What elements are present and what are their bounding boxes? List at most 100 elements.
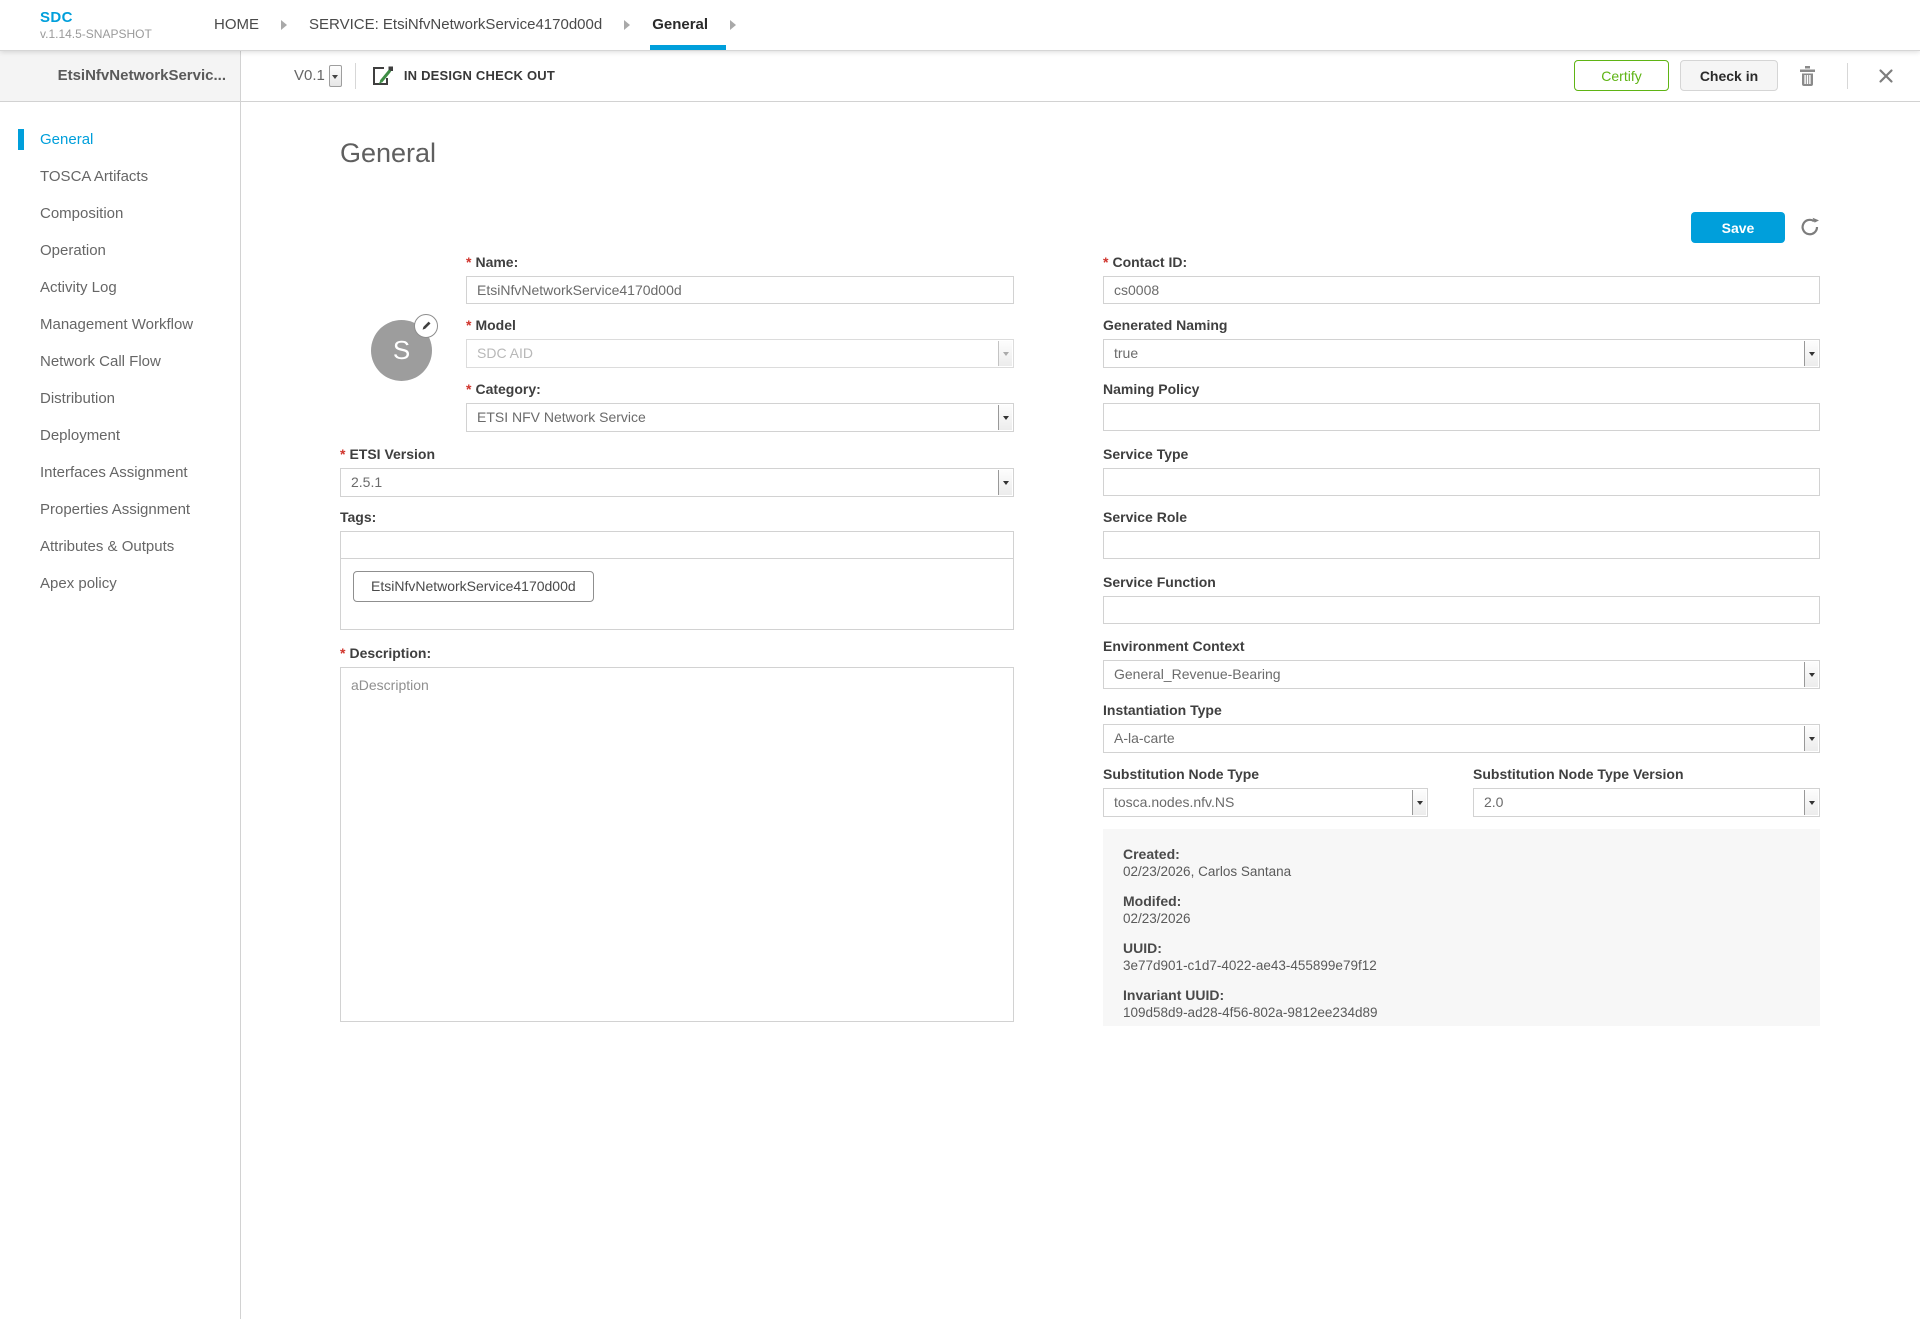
close-icon[interactable] bbox=[1878, 68, 1894, 84]
toolbar-divider bbox=[1847, 63, 1848, 89]
required-marker: * bbox=[340, 645, 345, 661]
model-field-group: *Model SDC AID bbox=[466, 317, 1014, 368]
sidebar-item-management-workflow[interactable]: Management Workflow bbox=[0, 306, 240, 343]
description-field-group: *Description: aDescription bbox=[340, 645, 1014, 1027]
sidebar-item-apex-policy[interactable]: Apex policy bbox=[0, 565, 240, 602]
main-content: General Save S *Name: *Model SDC AID *Ca… bbox=[241, 102, 1920, 1319]
required-marker: * bbox=[466, 317, 471, 333]
version-value: V0.1 bbox=[294, 67, 325, 84]
dropdown-arrow-icon bbox=[998, 405, 1012, 430]
sidebar-item-attributes-outputs[interactable]: Attributes & Outputs bbox=[0, 528, 240, 565]
invariant-uuid-label: Invariant UUID: bbox=[1123, 987, 1800, 1004]
breadcrumb-service[interactable]: SERVICE: EtsiNfvNetworkService4170d00d bbox=[309, 0, 602, 50]
sidebar-item-interfaces-assignment[interactable]: Interfaces Assignment bbox=[0, 454, 240, 491]
created-value: 02/23/2026, Carlos Santana bbox=[1123, 863, 1800, 880]
service-role-label: Service Role bbox=[1103, 509, 1820, 525]
service-function-label: Service Function bbox=[1103, 574, 1820, 590]
generated-naming-field-group: Generated Naming true bbox=[1103, 317, 1820, 368]
dropdown-arrow-icon bbox=[998, 341, 1012, 366]
version-select[interactable]: V0.1 bbox=[294, 65, 342, 87]
entity-toolbar: EtsiNfvNetworkServic... V0.1 IN DESIGN C… bbox=[0, 50, 1920, 102]
breadcrumb-chevron-icon bbox=[624, 20, 630, 30]
etsi-version-label: *ETSI Version bbox=[340, 446, 1014, 462]
sidebar-item-distribution[interactable]: Distribution bbox=[0, 380, 240, 417]
sidebar: General TOSCA Artifacts Composition Oper… bbox=[0, 102, 241, 1319]
avatar-letter: S bbox=[393, 335, 410, 366]
required-marker: * bbox=[1103, 254, 1108, 270]
substitution-node-type-select[interactable]: tosca.nodes.nfv.NS bbox=[1103, 788, 1428, 817]
required-marker: * bbox=[466, 381, 471, 397]
uuid-value: 3e77d901-c1d7-4022-ae43-455899e79f12 bbox=[1123, 957, 1800, 974]
sidebar-item-properties-assignment[interactable]: Properties Assignment bbox=[0, 491, 240, 528]
breadcrumb-general[interactable]: General bbox=[652, 0, 708, 50]
sidebar-item-deployment[interactable]: Deployment bbox=[0, 417, 240, 454]
substitution-node-type-select-value: tosca.nodes.nfv.NS bbox=[1114, 794, 1234, 810]
refresh-icon[interactable] bbox=[1799, 216, 1821, 238]
tags-field-group: Tags: EtsiNfvNetworkService4170d00d bbox=[340, 509, 1014, 630]
tag-chip[interactable]: EtsiNfvNetworkService4170d00d bbox=[353, 571, 594, 602]
name-field-group: *Name: bbox=[466, 254, 1014, 304]
certify-button[interactable]: Certify bbox=[1574, 60, 1669, 91]
etsi-version-select[interactable]: 2.5.1 bbox=[340, 468, 1014, 497]
environment-context-select-value: General_Revenue-Bearing bbox=[1114, 666, 1281, 682]
tags-container: EtsiNfvNetworkService4170d00d bbox=[340, 558, 1014, 630]
generated-naming-label: Generated Naming bbox=[1103, 317, 1820, 333]
service-type-input[interactable] bbox=[1103, 468, 1820, 496]
tags-input[interactable] bbox=[340, 531, 1014, 559]
metadata-info-box: Created: 02/23/2026, Carlos Santana Modi… bbox=[1103, 829, 1820, 1026]
sidebar-item-composition[interactable]: Composition bbox=[0, 195, 240, 232]
uuid-label: UUID: bbox=[1123, 940, 1800, 957]
service-type-label: Service Type bbox=[1103, 446, 1820, 462]
required-marker: * bbox=[466, 254, 471, 270]
service-function-field-group: Service Function bbox=[1103, 574, 1820, 624]
naming-policy-input[interactable] bbox=[1103, 403, 1820, 431]
sdc-logo[interactable]: SDC v.1.14.5-SNAPSHOT bbox=[40, 9, 190, 41]
breadcrumb: HOME SERVICE: EtsiNfvNetworkService4170d… bbox=[214, 0, 758, 50]
tags-label: Tags: bbox=[340, 509, 1014, 525]
service-function-input[interactable] bbox=[1103, 596, 1820, 624]
breadcrumb-chevron-icon bbox=[281, 20, 287, 30]
toolbar-divider bbox=[355, 63, 356, 89]
sidebar-item-activity-log[interactable]: Activity Log bbox=[0, 269, 240, 306]
breadcrumb-home[interactable]: HOME bbox=[214, 0, 259, 50]
contact-id-input[interactable] bbox=[1103, 276, 1820, 304]
dropdown-arrow-icon bbox=[1804, 341, 1818, 366]
delete-icon[interactable] bbox=[1798, 65, 1817, 87]
dropdown-arrow-icon bbox=[998, 470, 1012, 495]
model-select-value: SDC AID bbox=[477, 345, 533, 361]
substitution-node-type-version-select[interactable]: 2.0 bbox=[1473, 788, 1820, 817]
substitution-node-type-version-field-group: Substitution Node Type Version 2.0 bbox=[1473, 766, 1820, 817]
checkin-button[interactable]: Check in bbox=[1680, 60, 1778, 91]
lifecycle-status: IN DESIGN CHECK OUT bbox=[404, 68, 555, 83]
dropdown-arrow-icon bbox=[1804, 790, 1818, 815]
dropdown-arrow-icon bbox=[1412, 790, 1426, 815]
category-field-group: *Category: ETSI NFV Network Service bbox=[466, 381, 1014, 432]
sidebar-item-general[interactable]: General bbox=[0, 121, 240, 158]
substitution-node-type-label: Substitution Node Type bbox=[1103, 766, 1428, 782]
service-role-field-group: Service Role bbox=[1103, 509, 1820, 559]
service-role-input[interactable] bbox=[1103, 531, 1820, 559]
name-label: *Name: bbox=[466, 254, 1014, 270]
save-button[interactable]: Save bbox=[1691, 212, 1785, 243]
model-select: SDC AID bbox=[466, 339, 1014, 368]
category-select[interactable]: ETSI NFV Network Service bbox=[466, 403, 1014, 432]
name-input[interactable] bbox=[466, 276, 1014, 304]
avatar[interactable]: S bbox=[371, 320, 432, 381]
sidebar-item-tosca-artifacts[interactable]: TOSCA Artifacts bbox=[0, 158, 240, 195]
invariant-uuid-value: 109d58d9-ad28-4f56-802a-9812ee234d89 bbox=[1123, 1004, 1800, 1021]
sidebar-item-network-call-flow[interactable]: Network Call Flow bbox=[0, 343, 240, 380]
substitution-node-type-version-select-value: 2.0 bbox=[1484, 794, 1503, 810]
generated-naming-select[interactable]: true bbox=[1103, 339, 1820, 368]
instantiation-type-select[interactable]: A-la-carte bbox=[1103, 724, 1820, 753]
edit-avatar-icon[interactable] bbox=[414, 314, 438, 338]
version-dropdown-arrow-icon[interactable] bbox=[329, 65, 342, 87]
entity-title: EtsiNfvNetworkServic... bbox=[0, 50, 241, 101]
environment-context-field-group: Environment Context General_Revenue-Bear… bbox=[1103, 638, 1820, 689]
category-label: *Category: bbox=[466, 381, 1014, 397]
contact-id-field-group: *Contact ID: bbox=[1103, 254, 1820, 304]
category-select-value: ETSI NFV Network Service bbox=[477, 409, 646, 425]
environment-context-select[interactable]: General_Revenue-Bearing bbox=[1103, 660, 1820, 689]
sidebar-item-operation[interactable]: Operation bbox=[0, 232, 240, 269]
etsi-version-select-value: 2.5.1 bbox=[351, 474, 382, 490]
description-textarea[interactable]: aDescription bbox=[340, 667, 1014, 1022]
